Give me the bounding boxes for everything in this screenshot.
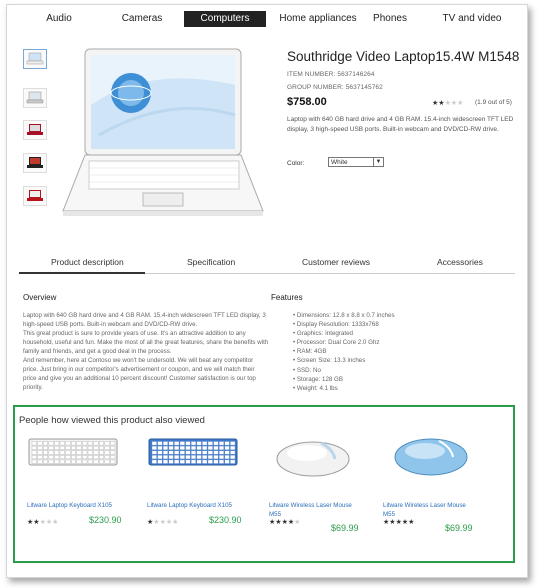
laptop-thumb-icon xyxy=(27,124,43,135)
product-card-name[interactable]: Litware Wireless Laser Mouse M55 xyxy=(383,501,473,519)
laptop-image xyxy=(62,48,264,216)
nav-home-appliances[interactable]: Home appliances xyxy=(271,11,365,27)
product-title: Southridge Video Laptop15.4W M1548 xyxy=(287,49,520,64)
feature-item: SSD: No xyxy=(293,366,395,375)
feature-item: Dimensions: 12.8 x 8.8 x 0.7 inches xyxy=(293,311,395,320)
overview-paragraph: Laptop with 640 GB hard drive and 4 GB R… xyxy=(23,312,266,328)
feature-item: Screen Size: 13.3 inches xyxy=(293,356,395,365)
item-number: ITEM NUMBER: 5637146264 xyxy=(287,71,375,78)
product-card-rating: ★★★★★ xyxy=(27,519,59,526)
thumbnail-1[interactable] xyxy=(23,49,47,69)
nav-tv-and-video[interactable]: TV and video xyxy=(439,11,505,27)
laptop-thumb-icon xyxy=(26,91,44,104)
feature-item: Processor: Dual Core 2.0 Ghz xyxy=(293,338,395,347)
laptop-thumb-icon xyxy=(26,52,44,65)
also-viewed-title: People how viewed this product also view… xyxy=(19,415,205,426)
product-card-price: $69.99 xyxy=(331,523,359,533)
product-card-name[interactable]: Litware Laptop Keyboard X105 xyxy=(147,501,237,510)
nav-computers[interactable]: Computers xyxy=(184,11,266,27)
overview-text: Laptop with 640 GB hard drive and 4 GB R… xyxy=(23,311,269,392)
product-price: $758.00 xyxy=(287,96,327,108)
features-list: Dimensions: 12.8 x 8.8 x 0.7 inchesDispl… xyxy=(293,311,395,393)
short-description: Laptop with 640 GB hard drive and 4 GB R… xyxy=(287,116,514,133)
nav-cameras[interactable]: Cameras xyxy=(107,11,177,27)
product-card-price: $230.90 xyxy=(209,515,242,525)
feature-item: Weight: 4.1 lbs xyxy=(293,384,395,393)
thumbnail-3[interactable] xyxy=(23,120,47,140)
product-card-price: $69.99 xyxy=(445,523,473,533)
laptop-thumb-icon xyxy=(27,157,43,168)
tab-customer-reviews[interactable]: Customer reviews xyxy=(302,257,370,267)
feature-item: Graphics: Integrated xyxy=(293,329,395,338)
rating-stars: ★★★★★ xyxy=(432,100,464,107)
chevron-down-icon: ▼ xyxy=(373,158,383,166)
nav-phones[interactable]: Phones xyxy=(363,11,417,27)
color-value: White xyxy=(331,159,348,166)
product-card-name[interactable]: Litware Wireless Laser Mouse M55 xyxy=(269,501,359,519)
keyboard-white-image xyxy=(28,438,118,466)
product-card-rating: ★★★★★ xyxy=(269,519,301,526)
color-select[interactable]: White ▼ xyxy=(328,157,384,167)
tab-accessories[interactable]: Accessories xyxy=(437,257,483,267)
mouse-white-image xyxy=(276,441,350,477)
mouse-blue-image xyxy=(394,438,468,476)
thumbnail-4[interactable] xyxy=(23,153,47,173)
feature-item: Display Resolution: 1333x768 xyxy=(293,320,395,329)
overview-heading: Overview xyxy=(23,293,57,302)
tab-specification[interactable]: Specification xyxy=(187,257,235,267)
rating-text: (1.9 out of 5) xyxy=(475,99,512,106)
product-card-rating: ★★★★★ xyxy=(147,519,179,526)
feature-item: Storage: 128 GB xyxy=(293,375,395,384)
overview-paragraph: And remember, here at Contoso we won't b… xyxy=(23,357,256,391)
features-heading: Features xyxy=(271,293,303,302)
product-card-rating: ★★★★★ xyxy=(383,519,415,526)
thumbnail-5[interactable] xyxy=(23,186,47,206)
product-card-price: $230.90 xyxy=(89,515,122,525)
laptop-thumb-icon xyxy=(27,190,43,201)
color-label: Color: xyxy=(287,160,305,167)
active-tab-indicator xyxy=(19,272,145,274)
category-nav: Audio Cameras Computers Home appliances … xyxy=(7,11,527,27)
tab-product-description[interactable]: Product description xyxy=(51,257,124,267)
group-number: GROUP NUMBER: 5637145762 xyxy=(287,84,383,91)
nav-audio[interactable]: Audio xyxy=(27,11,91,27)
thumbnail-2[interactable] xyxy=(23,88,47,108)
product-tabs: Product description Specification Custom… xyxy=(19,251,515,274)
product-card-name[interactable]: Litware Laptop Keyboard X105 xyxy=(27,501,117,510)
keyboard-blue-image xyxy=(148,438,238,466)
overview-paragraph: This great product is sure to provide ye… xyxy=(23,330,269,355)
product-page: Audio Cameras Computers Home appliances … xyxy=(6,4,528,578)
feature-item: RAM: 4GB xyxy=(293,347,395,356)
